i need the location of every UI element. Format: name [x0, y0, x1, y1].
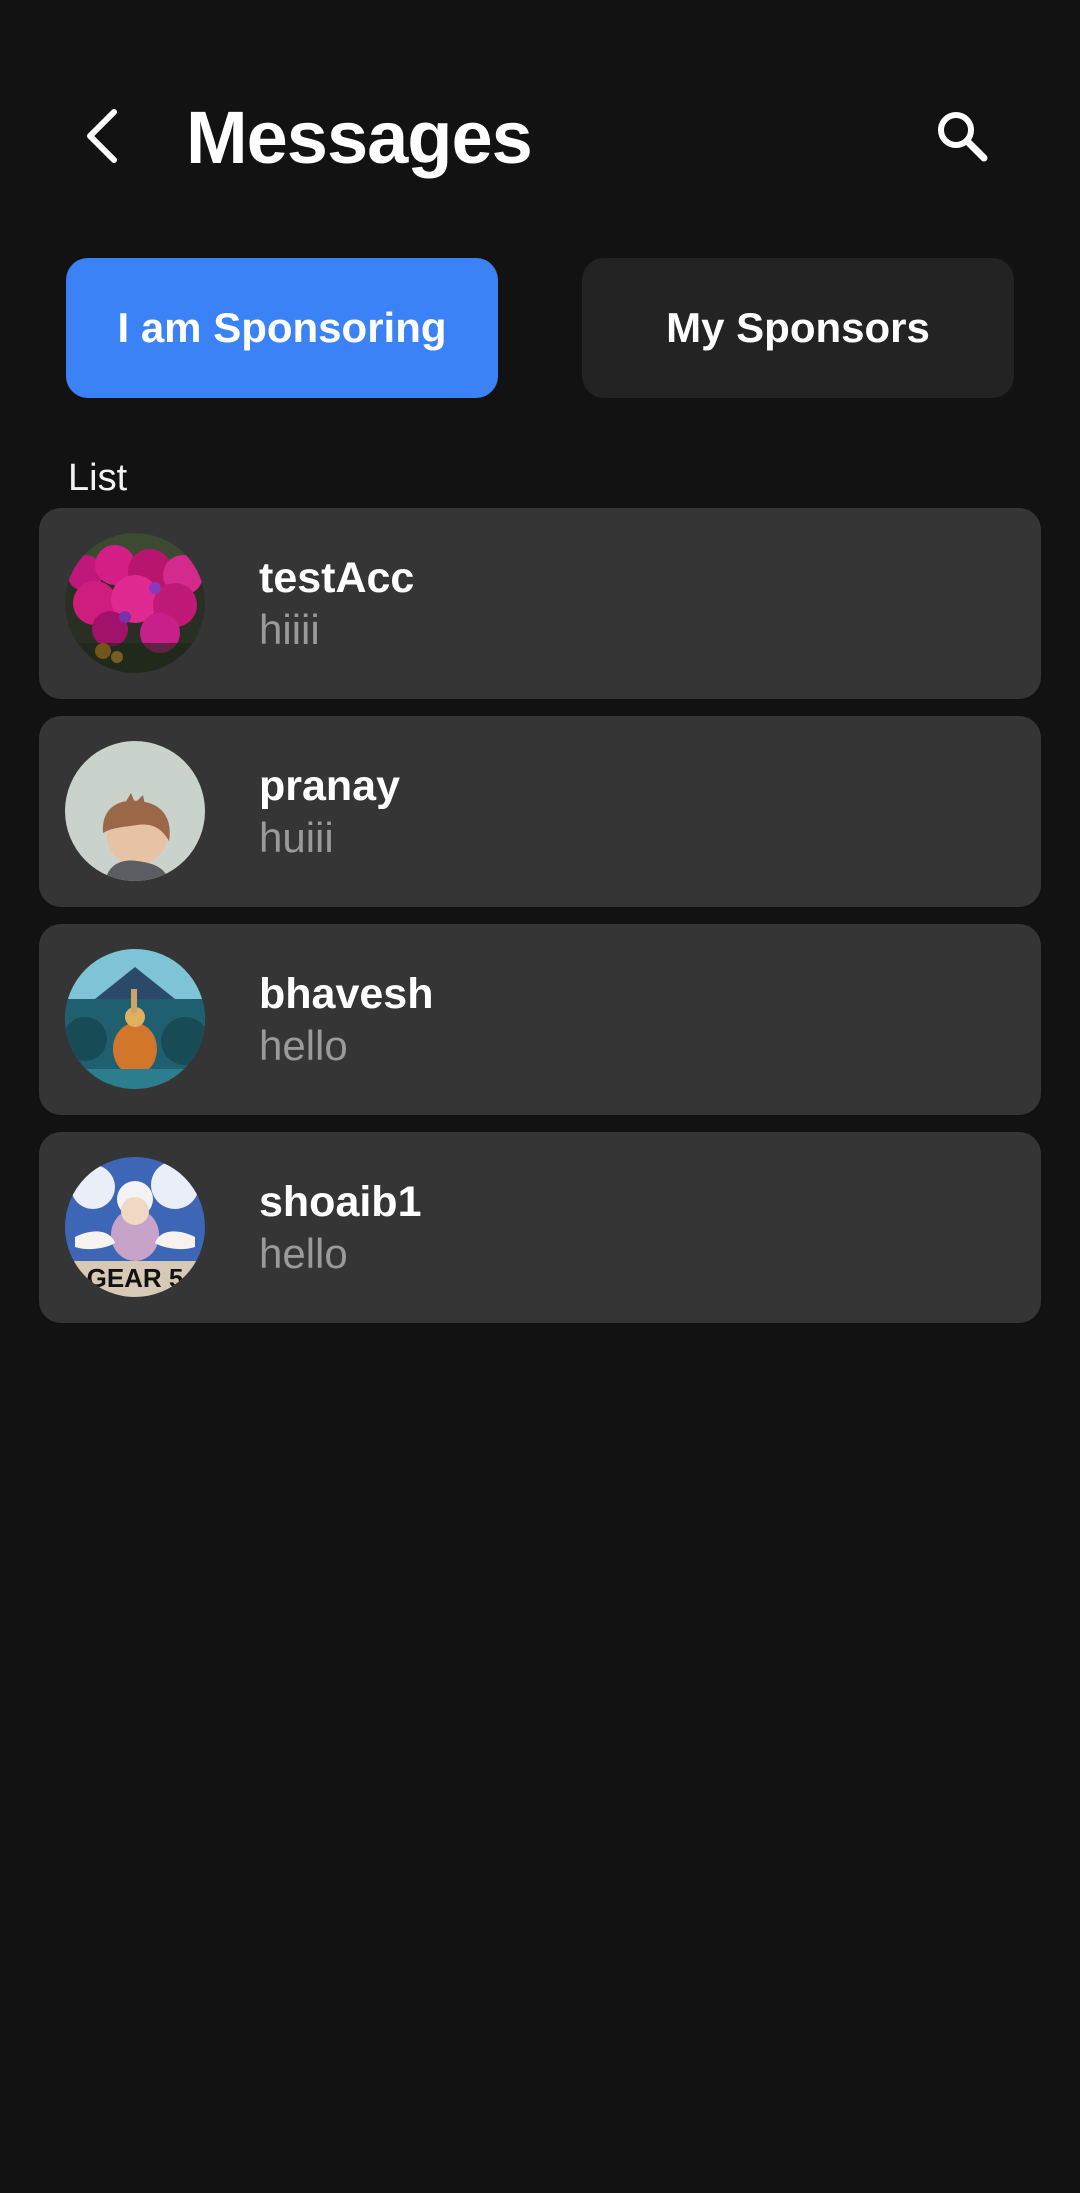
list-label: List: [68, 457, 128, 499]
search-button[interactable]: [922, 96, 1002, 176]
anime-character-avatar-image: [65, 741, 205, 881]
gear5-anime-avatar-image: GEAR 5: [65, 1157, 205, 1297]
chat-preview: hiiii: [259, 606, 320, 653]
messages-screen: Messages I am Sponsoring My Sponsors Lis…: [0, 0, 1080, 2193]
chat-preview: hello: [259, 1230, 348, 1277]
chat-name: pranay: [259, 762, 401, 810]
gear5-avatar-caption: GEAR 5: [87, 1263, 184, 1293]
chat-name: bhavesh: [259, 970, 434, 1018]
avatar[interactable]: [65, 741, 205, 881]
chat-name: shoaib1: [259, 1178, 422, 1226]
avatar[interactable]: GEAR 5: [65, 1157, 205, 1297]
chat-item-shoaib1[interactable]: GEAR 5 shoaib1 hello: [39, 1132, 1041, 1323]
back-button[interactable]: [66, 96, 138, 176]
page-title: Messages: [186, 96, 533, 179]
chat-list: testAcc hiiii pranay huiii bhavesh hello…: [39, 508, 1041, 1340]
tab-i-am-sponsoring[interactable]: I am Sponsoring: [66, 258, 498, 398]
chat-item-bhavesh[interactable]: bhavesh hello: [39, 924, 1041, 1115]
avatar[interactable]: [65, 949, 205, 1089]
avatar[interactable]: [65, 533, 205, 673]
search-icon: [938, 112, 988, 162]
flowers-avatar-image: [65, 533, 205, 673]
chat-item-testacc[interactable]: testAcc hiiii: [39, 508, 1041, 699]
chat-item-pranay[interactable]: pranay huiii: [39, 716, 1041, 907]
chat-preview: hello: [259, 1022, 348, 1069]
chat-preview: huiii: [259, 814, 334, 861]
tab-my-sponsors[interactable]: My Sponsors: [582, 258, 1014, 398]
chat-name: testAcc: [259, 554, 415, 602]
anime-mountain-avatar-image: [65, 949, 205, 1089]
header: Messages: [0, 0, 1080, 230]
chevron-left-icon: [87, 109, 117, 163]
